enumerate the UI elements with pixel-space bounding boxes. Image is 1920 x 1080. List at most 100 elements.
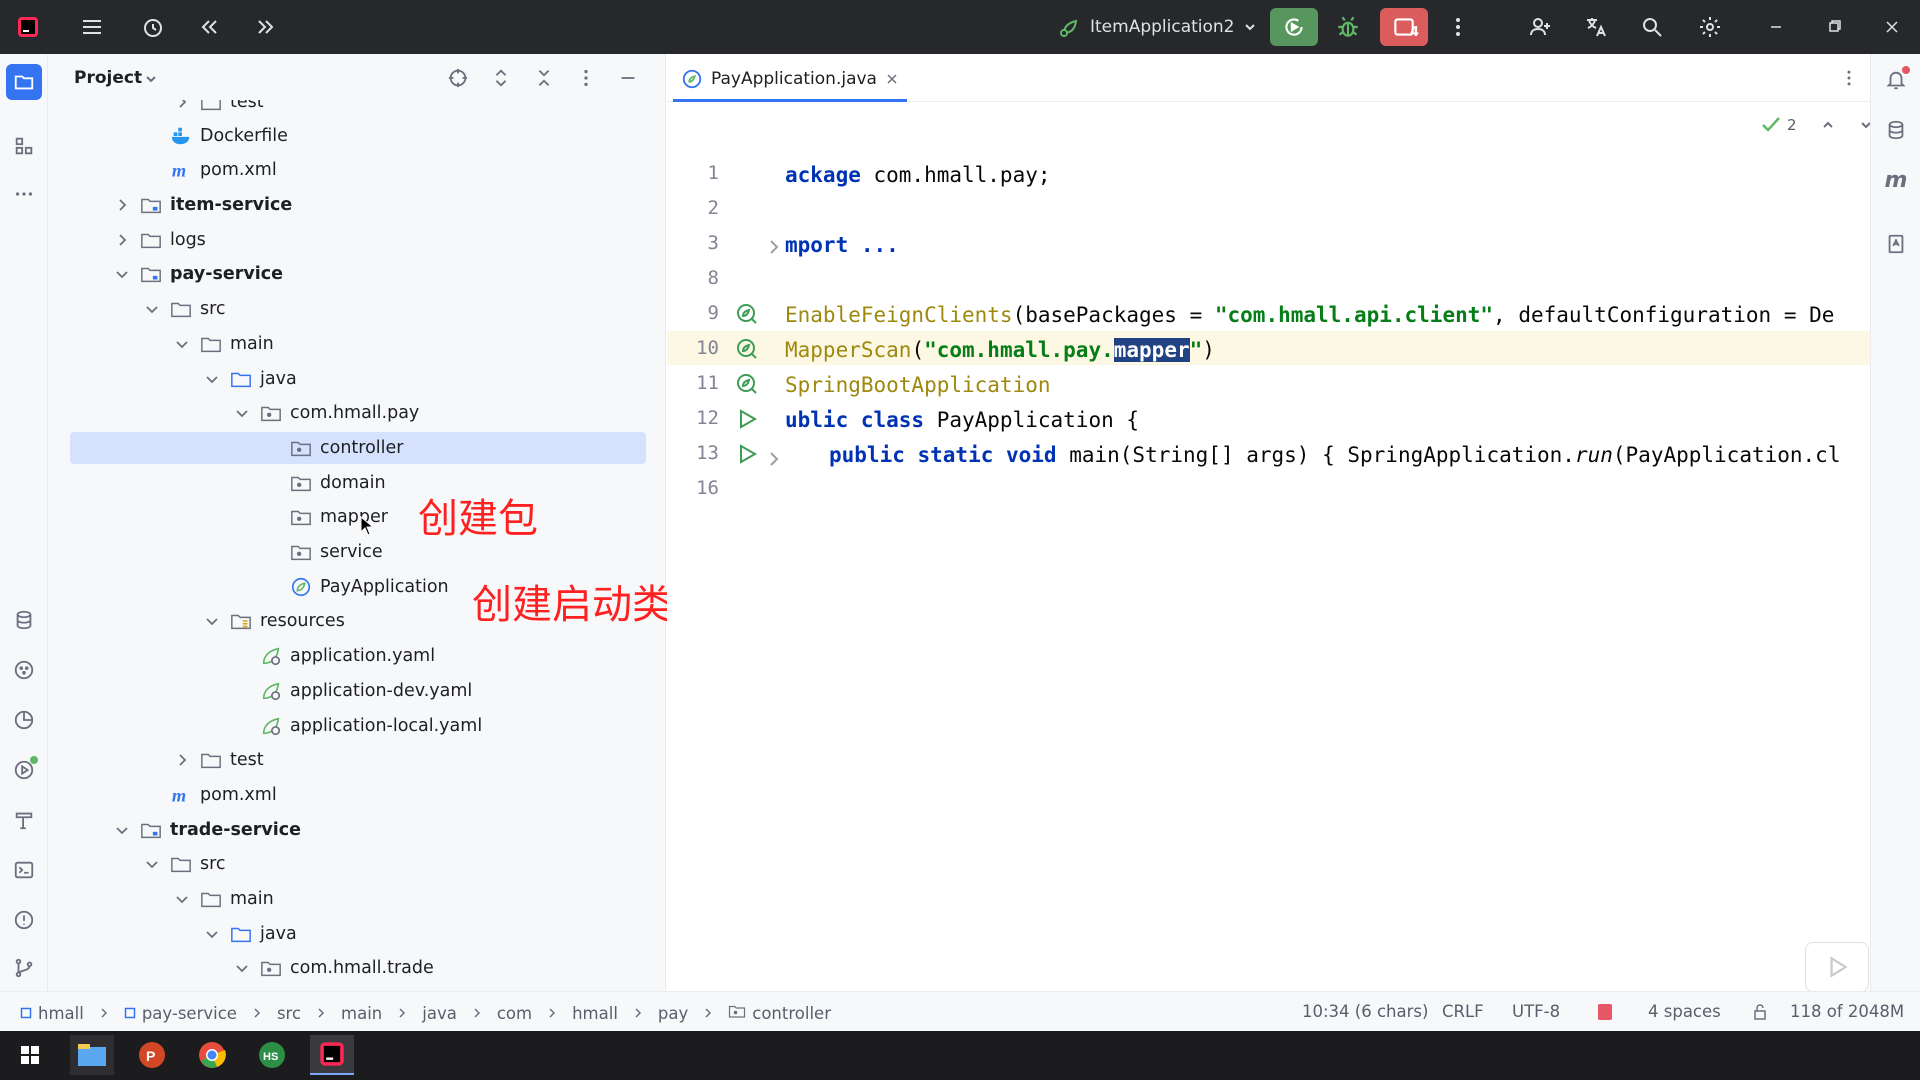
restore-window-icon[interactable] — [1816, 9, 1852, 45]
chevron-down-icon[interactable] — [204, 926, 220, 942]
file-encoding[interactable]: UTF-8 — [1512, 1002, 1560, 1021]
chevron-right-icon[interactable] — [174, 752, 190, 768]
tree-node[interactable]: java — [70, 918, 646, 950]
close-tab-icon[interactable] — [885, 72, 899, 86]
more-tools-icon[interactable] — [10, 180, 38, 208]
tree-node[interactable]: test — [70, 100, 646, 118]
video-play-overlay[interactable] — [1805, 942, 1869, 992]
navigate-back-icon[interactable] — [191, 9, 227, 45]
spring-bean-gutter-icon[interactable] — [735, 372, 759, 396]
windows-start-icon[interactable] — [8, 1035, 52, 1075]
locate-file-icon[interactable] — [446, 66, 470, 90]
chevron-down-icon[interactable] — [114, 266, 130, 282]
running-tasks-button[interactable]: 4 — [1380, 8, 1428, 46]
debug-button[interactable] — [1324, 8, 1372, 46]
services-tool-icon[interactable] — [10, 656, 38, 684]
expand-all-icon[interactable] — [489, 66, 513, 90]
chevron-down-icon[interactable] — [144, 856, 160, 872]
main-menu-icon[interactable] — [74, 9, 110, 45]
run-gutter-icon[interactable] — [735, 442, 759, 466]
database-tool-icon[interactable] — [10, 606, 38, 634]
breadcrumb-item[interactable]: com — [497, 1004, 532, 1023]
tree-node[interactable]: item-service — [70, 189, 646, 221]
collapsed-imports[interactable]: ... — [848, 233, 899, 257]
code-with-me-icon[interactable] — [1522, 9, 1558, 45]
indent-setting[interactable]: 4 spaces — [1648, 1002, 1721, 1021]
line-separator[interactable]: CRLF — [1442, 1002, 1484, 1021]
project-tool-icon[interactable] — [6, 64, 42, 100]
tree-node[interactable]: com.hmall.pay — [70, 397, 646, 429]
tree-node[interactable]: application-local.yaml — [70, 710, 646, 742]
project-view-selector[interactable]: Project — [74, 68, 142, 88]
tree-node[interactable]: src — [70, 848, 646, 880]
chevron-right-icon[interactable] — [174, 100, 190, 110]
chevron-down-icon[interactable] — [204, 371, 220, 387]
tree-node[interactable]: domain — [70, 467, 646, 499]
tree-node[interactable]: Dockerfile — [70, 120, 646, 152]
navigate-forward-icon[interactable] — [248, 9, 284, 45]
editor-tab-payapplication[interactable]: PayApplication.java — [673, 58, 907, 102]
options-icon[interactable] — [574, 66, 598, 90]
tree-node[interactable]: mapper — [70, 501, 646, 533]
tree-node[interactable]: m pom.xml — [70, 779, 646, 811]
chevron-down-icon[interactable] — [204, 613, 220, 629]
tree-node[interactable]: src — [70, 293, 646, 325]
database-tool-icon[interactable] — [1882, 116, 1910, 144]
taskbar-powerpoint-icon[interactable]: P — [130, 1035, 174, 1075]
tree-node[interactable]: application.yaml — [70, 640, 646, 672]
chevron-right-icon[interactable] — [114, 232, 130, 248]
settings-gear-icon[interactable] — [1692, 9, 1728, 45]
breadcrumb-item[interactable]: pay — [658, 1004, 688, 1023]
translate-icon[interactable] — [1578, 9, 1614, 45]
profiler-tool-icon[interactable] — [10, 706, 38, 734]
breadcrumb-item[interactable]: hmall — [572, 1004, 618, 1023]
breadcrumb-item[interactable]: controller — [728, 1002, 831, 1024]
tree-node[interactable]: main — [70, 328, 646, 360]
build-tool-icon[interactable] — [10, 806, 38, 834]
breadcrumb-item[interactable]: pay-service — [124, 1004, 237, 1023]
run-gutter-icon[interactable] — [735, 407, 759, 431]
run-configuration-selector[interactable]: ItemApplication2 — [1058, 10, 1257, 44]
bookmarks-tool-icon[interactable] — [1882, 230, 1910, 258]
taskbar-chrome-icon[interactable] — [190, 1035, 234, 1075]
spring-bean-gutter-icon[interactable] — [735, 302, 759, 326]
minimize-window-icon[interactable] — [1758, 9, 1794, 45]
tree-node[interactable]: java — [70, 363, 646, 395]
plugin-status-icon[interactable] — [1598, 1004, 1612, 1020]
chevron-down-icon[interactable] — [174, 336, 190, 352]
tree-node[interactable]: test — [70, 744, 646, 776]
caret-position[interactable]: 10:34 (6 chars) — [1302, 1002, 1428, 1021]
collapse-all-icon[interactable] — [532, 66, 556, 90]
hide-panel-icon[interactable] — [616, 66, 640, 90]
rerun-button[interactable] — [1270, 8, 1318, 46]
chevron-down-icon[interactable] — [234, 405, 250, 421]
run-tool-icon[interactable] — [10, 756, 38, 784]
maven-tool-icon[interactable]: m — [1882, 166, 1910, 194]
code-area[interactable]: ackage com.hmall.pay; mport ... EnableFe… — [785, 102, 1870, 991]
editor-options-icon[interactable] — [1839, 68, 1859, 88]
taskbar-hbuilder-icon[interactable]: HS — [250, 1035, 294, 1075]
tree-node[interactable]: logs — [70, 224, 646, 256]
terminal-tool-icon[interactable] — [10, 856, 38, 884]
tree-node[interactable]: m pom.xml — [70, 154, 646, 186]
tree-node[interactable]: com.hmall.trade — [70, 952, 646, 984]
breadcrumb-item[interactable]: main — [341, 1004, 382, 1023]
notifications-icon[interactable] — [1882, 66, 1910, 94]
chevron-down-icon[interactable] — [174, 891, 190, 907]
breadcrumb-item[interactable]: java — [422, 1004, 457, 1023]
recent-history-icon[interactable] — [135, 9, 171, 45]
tree-node[interactable]: controller — [70, 432, 646, 464]
chevron-right-icon[interactable] — [114, 197, 130, 213]
search-icon[interactable] — [1634, 9, 1670, 45]
lock-icon[interactable] — [1752, 1004, 1768, 1020]
taskbar-intellij-icon[interactable] — [310, 1035, 354, 1075]
close-window-icon[interactable] — [1874, 9, 1910, 45]
fold-chevron-icon[interactable] — [762, 447, 786, 471]
tree-node[interactable]: main — [70, 883, 646, 915]
tree-node[interactable]: application-dev.yaml — [70, 675, 646, 707]
tree-node[interactable]: service — [70, 536, 646, 568]
structure-tool-icon[interactable] — [10, 132, 38, 160]
memory-indicator[interactable]: 118 of 2048M — [1790, 1002, 1904, 1021]
spring-bean-gutter-icon[interactable] — [735, 337, 759, 361]
chevron-down-icon[interactable] — [144, 72, 158, 86]
